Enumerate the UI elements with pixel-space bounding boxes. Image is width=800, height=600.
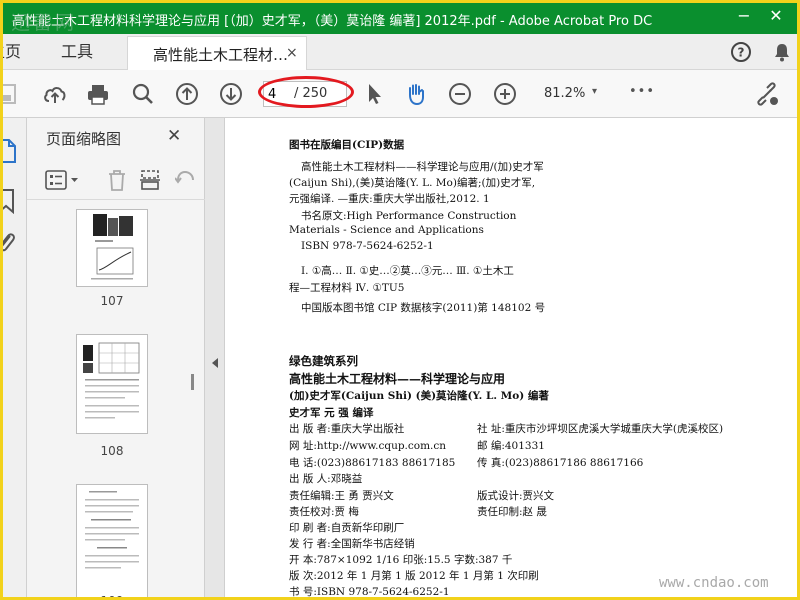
publication-detail: 传 真:(023)88617186 88617166: [477, 457, 644, 469]
close-window-button[interactable]: ✕: [765, 5, 787, 27]
zoom-level-value: 81.2%: [544, 86, 586, 101]
tab-tools[interactable]: 工具: [61, 34, 93, 70]
publication-detail: 开 本:787×1092 1/16 印张:15.5 字数:387 千: [289, 554, 513, 566]
publication-detail: 印 刷 者:自贡新华印刷厂: [289, 522, 405, 534]
toolbar: / 250 81.2% ▾ •••: [3, 70, 797, 118]
book-title: 高性能土木工程材料——科学理论与应用: [289, 372, 506, 386]
save-icon[interactable]: [3, 81, 21, 107]
document-page: 图书在版编目(CIP)数据 高性能土木工程材料——科学理论与应用/(加)史才军 …: [225, 118, 797, 598]
zoom-search-icon[interactable]: [130, 81, 156, 107]
thumbnails-panel: 页面缩略图 ✕ 107 108: [27, 118, 205, 597]
zoom-level-select[interactable]: 81.2% ▾: [538, 81, 608, 107]
panel-splitter[interactable]: [205, 118, 225, 597]
cip-line: 书名原文:High Performance Construction: [301, 210, 517, 222]
select-cursor-icon[interactable]: [361, 81, 387, 107]
page-thumbnail[interactable]: [76, 484, 148, 597]
trash-icon[interactable]: [107, 169, 127, 195]
left-navigation-rail: [3, 118, 27, 597]
help-icon[interactable]: ?: [730, 41, 752, 63]
publication-detail: 版式设计:贾兴文: [477, 490, 555, 502]
page-thumbnail[interactable]: [76, 334, 148, 434]
panel-close-button[interactable]: ✕: [167, 126, 181, 146]
next-page-icon[interactable]: [218, 81, 244, 107]
thumbnail-page-label: 108: [100, 444, 124, 458]
hand-tool-icon[interactable]: [403, 81, 429, 107]
tab-document[interactable]: 高性能土木工程材… ×: [127, 36, 307, 70]
tab-document-label: 高性能土木工程材…: [153, 46, 289, 64]
cip-line: 高性能土木工程材料——科学理论与应用/(加)史才军: [301, 161, 544, 173]
minimize-button[interactable]: −: [733, 5, 755, 27]
more-tools-icon[interactable]: •••: [629, 84, 655, 110]
publication-detail: 出 版 人:邓晓益: [289, 473, 363, 485]
bookmark-icon[interactable]: [3, 188, 17, 218]
tab-bar: 主页 工具 高性能土木工程材… × ?: [3, 34, 797, 70]
highlight-ellipse: [258, 76, 354, 108]
extract-pages-icon[interactable]: [139, 169, 161, 195]
options-menu-icon[interactable]: [45, 170, 81, 196]
zoom-out-icon[interactable]: [447, 81, 473, 107]
book-authors: (加)史才军(Caijun Shi) (美)莫诒隆(Y. L. Mo) 编著: [289, 390, 549, 402]
series-name: 绿色建筑系列: [289, 354, 358, 368]
tab-home[interactable]: 主页: [3, 34, 21, 70]
thumbnail-page-label: 109: [87, 594, 137, 597]
watermark-logo: 迅雷网: [11, 12, 78, 34]
book-translators: 史才军 元 强 编译: [289, 407, 374, 419]
watermark-url: www.cndao.com: [659, 575, 769, 591]
panel-scrollbar[interactable]: [191, 374, 194, 390]
svg-text:?: ?: [738, 46, 745, 60]
cip-line: 程—工程材料 Ⅳ. ①TU5: [289, 282, 405, 294]
publication-detail: 社 址:重庆市沙坪坝区虎溪大学城重庆大学(虎溪校区): [477, 423, 724, 435]
print-icon[interactable]: [85, 81, 111, 107]
cip-line: Ⅰ. ①高… Ⅱ. ①史…②莫…③元… Ⅲ. ①土木工: [301, 265, 514, 277]
publication-detail: 出 版 者:重庆大学出版社: [289, 423, 405, 435]
cip-title: 图书在版编目(CIP)数据: [289, 139, 405, 151]
previous-page-icon[interactable]: [174, 81, 200, 107]
publication-detail: 责任校对:贾 梅: [289, 506, 359, 518]
zoom-in-icon[interactable]: [492, 81, 518, 107]
panel-toolbar: [27, 162, 205, 200]
chevron-down-icon: ▾: [592, 86, 598, 97]
cip-line: 中国版本图书馆 CIP 数据核字(2011)第 148102 号: [301, 302, 546, 314]
share-link-icon[interactable]: [754, 81, 780, 107]
window-title: 高性能土木工程材料科学理论与应用 [（加）史才军，（美）莫诒隆 编著] 2012…: [12, 14, 653, 29]
publication-detail: 书 号:ISBN 978-7-5624-6252-1: [289, 586, 450, 598]
publication-detail: 版 次:2012 年 1 月第 1 版 2012 年 1 月第 1 次印刷: [289, 570, 539, 582]
cip-line: Materials - Science and Applications: [289, 224, 484, 236]
cip-line: ISBN 978-7-5624-6252-1: [301, 240, 434, 252]
cip-line: 元强编译. —重庆:重庆大学出版社,2012. 1: [289, 193, 490, 205]
panel-title: 页面缩略图: [46, 130, 122, 148]
cip-line: (Caijun Shi),(美)莫诒隆(Y. L. Mo)编著;(加)史才军,: [289, 177, 536, 189]
thumbnail-page-label: 107: [100, 294, 124, 308]
collapse-panel-icon[interactable]: [210, 354, 220, 373]
upload-cloud-icon[interactable]: [42, 81, 68, 107]
publication-detail: 责任印制:赵 晟: [477, 506, 547, 518]
bell-icon[interactable]: [771, 41, 793, 63]
page-thumbnail[interactable]: [76, 209, 148, 287]
publication-detail: 网 址:http://www.cqup.com.cn: [289, 440, 447, 452]
title-bar: 高性能土木工程材料科学理论与应用 [（加）史才军，（美）莫诒隆 编著] 2012…: [3, 3, 797, 34]
attachment-icon[interactable]: [3, 230, 17, 260]
page-thumbnails-icon[interactable]: [3, 138, 17, 168]
tab-close-button[interactable]: ×: [286, 45, 298, 61]
publication-detail: 责任编辑:王 勇 贾兴文: [289, 490, 394, 502]
app-window: 高性能土木工程材料科学理论与应用 [（加）史才军，（美）莫诒隆 编著] 2012…: [0, 0, 800, 600]
publication-detail: 电 话:(023)88617183 88617185: [289, 457, 456, 469]
rotate-icon[interactable]: [174, 169, 197, 195]
publication-detail: 邮 编:401331: [477, 440, 545, 452]
publication-detail: 发 行 者:全国新华书店经销: [289, 538, 415, 550]
